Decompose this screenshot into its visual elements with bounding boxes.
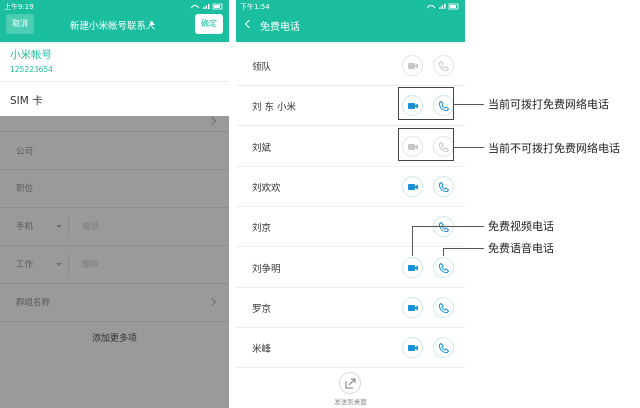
pointer-line <box>443 248 484 249</box>
add-more-button[interactable]: 添加更多项 <box>0 322 229 356</box>
video-call-icon[interactable] <box>402 296 423 318</box>
group-label: 群组名称 <box>16 298 51 308</box>
page-title: 免费电话 <box>260 22 300 33</box>
company-row[interactable]: 公司 <box>0 132 229 170</box>
confirm-button[interactable]: 确定 <box>195 14 223 34</box>
pointer-line <box>412 226 484 227</box>
contact-name: 领队 <box>252 62 272 73</box>
status-time: 上午9:19 <box>4 3 34 11</box>
divider <box>68 254 69 276</box>
email-type-select[interactable]: 工作 <box>16 258 33 270</box>
contact-row[interactable]: 刘欢欢 <box>236 167 465 207</box>
divider <box>68 216 69 238</box>
dimmed-form: 公司 职位 手机 电话 工作 邮件 群组名称 添加更多项 <box>0 116 229 408</box>
top-bar: 下午1:54 免费电话 <box>236 0 465 42</box>
contact-name: 刘 东 小米 <box>252 102 297 114</box>
share-icon[interactable] <box>339 372 361 394</box>
contact-name: 罗京 <box>252 303 272 315</box>
contact-name: 刘争明 <box>252 263 281 275</box>
company-field[interactable]: 公司 <box>16 145 33 157</box>
pointer-line <box>412 226 413 256</box>
send-to-desktop[interactable]: 发送到桌面 <box>236 364 465 408</box>
voice-call-icon[interactable] <box>433 296 454 318</box>
back-arrow-icon[interactable] <box>244 19 254 29</box>
cancel-button[interactable]: 取消 <box>6 14 34 34</box>
position-field[interactable]: 职位 <box>16 182 33 194</box>
contact-row[interactable]: 刘争明 <box>236 248 465 288</box>
highlight-box-unavailable <box>398 128 454 161</box>
voice-call-icon[interactable] <box>433 55 454 76</box>
top-bar: 上午9:19 取消 新建小米帐号联系人 确定 <box>0 0 229 42</box>
voice-call-icon[interactable] <box>433 256 454 278</box>
send-to-desktop-label: 发送到桌面 <box>334 398 367 406</box>
video-call-icon[interactable] <box>402 337 423 359</box>
account-option[interactable]: 小米帐号 125223654 <box>0 42 229 82</box>
dropdown-arrow-icon[interactable] <box>56 225 62 228</box>
annotation-cannot-call: 当前不可拨打免费网络电话 <box>488 142 620 155</box>
form-row-partial <box>0 116 229 132</box>
status-icons <box>426 2 460 12</box>
chevron-right-icon <box>207 297 217 307</box>
voice-call-icon[interactable] <box>433 175 454 197</box>
contact-name: 刘欢欢 <box>252 182 281 194</box>
dropdown-arrow-icon[interactable] <box>56 263 62 266</box>
caret-up-icon[interactable] <box>149 21 155 25</box>
contact-row[interactable]: 罗京 <box>236 288 465 328</box>
contact-row[interactable]: 米峰 <box>236 328 465 369</box>
voice-call-icon[interactable] <box>433 337 454 359</box>
contact-name: 米峰 <box>252 344 272 356</box>
pointer-line <box>454 147 484 148</box>
video-call-icon[interactable] <box>402 55 423 76</box>
status-time: 下午1:54 <box>240 3 270 11</box>
phone-type-select[interactable]: 手机 <box>16 220 33 232</box>
sim-option[interactable]: SIM 卡 <box>0 82 229 116</box>
new-contact-screen: 上午9:19 取消 新建小米帐号联系人 确定 小米帐号 125223654 SI… <box>0 0 229 408</box>
comparison-figure: 上午9:19 取消 新建小米帐号联系人 确定 小米帐号 125223654 SI… <box>0 0 640 408</box>
group-row[interactable]: 群组名称 <box>0 284 229 322</box>
contact-name: 刘斌 <box>252 142 272 154</box>
account-label: 小米帐号 <box>10 49 52 61</box>
chevron-right-icon <box>207 116 217 126</box>
video-call-icon[interactable] <box>402 256 423 278</box>
page-title: 新建小米帐号联系人 <box>70 21 156 32</box>
position-row[interactable]: 职位 <box>0 170 229 208</box>
phone-row[interactable]: 手机 电话 <box>0 208 229 246</box>
signal-battery-icon <box>426 3 459 10</box>
status-icons <box>190 2 224 12</box>
pointer-line <box>454 104 484 105</box>
contact-row[interactable]: 刘京 <box>236 207 465 248</box>
annotation-can-call: 当前可拨打免费网络电话 <box>488 98 609 111</box>
annotation-video-call: 免费视频电话 <box>488 220 554 233</box>
email-row[interactable]: 工作 邮件 <box>0 246 229 284</box>
account-id: 125223654 <box>10 65 53 74</box>
free-call-screen: 下午1:54 免费电话 领队刘 东 小米 刘斌刘欢欢刘京刘争明罗京米峰 发送到桌面 <box>236 0 465 408</box>
highlight-box-available <box>398 87 454 120</box>
sim-label: SIM 卡 <box>10 95 43 107</box>
phone-field[interactable]: 电话 <box>82 220 99 232</box>
annotation-voice-call: 免费语音电话 <box>488 242 554 255</box>
pointer-line <box>443 248 444 256</box>
signal-battery-icon <box>190 3 223 10</box>
contact-row[interactable]: 领队 <box>236 46 465 86</box>
contact-name: 刘京 <box>252 223 272 235</box>
email-field[interactable]: 邮件 <box>82 258 99 270</box>
video-call-icon[interactable] <box>402 175 423 197</box>
